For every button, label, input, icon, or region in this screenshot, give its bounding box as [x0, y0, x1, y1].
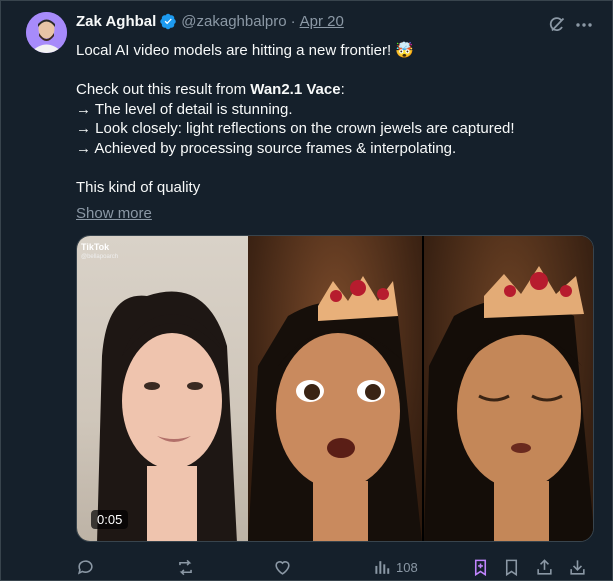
video-frame-animated-2: [424, 236, 593, 541]
heart-icon: [275, 560, 290, 575]
download-icon: [570, 559, 585, 575]
reply-icon: [77, 559, 93, 575]
video-frame-animated-1: [248, 236, 422, 541]
tweet-line: Local AI video models are hitting a new …: [76, 42, 415, 59]
model-name: Wan2.1 Vace: [250, 81, 341, 99]
repost-icon: [179, 559, 192, 575]
analytics-icon: [375, 560, 390, 574]
tweet-actions: 108: [76, 557, 594, 577]
grok-analyze-button[interactable]: [471, 557, 490, 577]
grok-icon[interactable]: [547, 15, 567, 35]
tweet-line: → Look closely: light reflections on the…: [76, 120, 515, 138]
bookmark-icon: [505, 559, 518, 576]
share-button[interactable]: [535, 557, 554, 577]
tweet-header: Zak Aghbal @zakaghbalpro · Apr 20: [76, 13, 344, 30]
views-button[interactable]: 108: [373, 557, 418, 577]
video-player[interactable]: TikTok @bellapoarch 0:05: [76, 235, 594, 542]
views-count: 108: [396, 559, 418, 575]
bookmark-accent-icon: [474, 559, 487, 576]
tweet-text-segment: :: [340, 81, 345, 99]
author-handle[interactable]: @zakaghbalpro: [181, 13, 286, 30]
more-options-icon[interactable]: [574, 15, 594, 35]
tiktok-watermark: TikTok: [81, 242, 110, 252]
tweet-text-segment: Check out this result from: [76, 81, 251, 99]
tweet-date[interactable]: Apr 20: [300, 13, 344, 30]
tiktok-username: @bellapoarch: [81, 254, 119, 260]
video-frame-original: TikTok @bellapoarch 0:05: [77, 236, 248, 541]
author-name[interactable]: Zak Aghbal: [76, 13, 156, 30]
avatar[interactable]: [26, 12, 67, 53]
video-duration: 0:05: [91, 510, 129, 529]
repost-button[interactable]: [176, 557, 195, 577]
like-button[interactable]: [273, 557, 292, 577]
bookmark-button[interactable]: [502, 557, 521, 577]
tweet-card: Zak Aghbal @zakaghbalpro · Apr 20 Local …: [0, 0, 613, 581]
separator-dot: ·: [290, 13, 296, 30]
tweet-text: Local AI video models are hitting a new …: [76, 41, 596, 198]
tweet-line: → The level of detail is stunning.: [76, 100, 293, 118]
tweet-line: Check out this result from Wan2.1 Vace:: [76, 80, 596, 100]
verified-badge-icon: [160, 13, 177, 30]
reply-button[interactable]: [76, 557, 95, 577]
download-button[interactable]: [568, 557, 587, 577]
share-icon: [537, 558, 552, 575]
tweet-line: → Achieved by processing source frames &…: [76, 139, 457, 157]
show-more-link[interactable]: Show more: [76, 205, 152, 222]
tweet-line: This kind of quality: [76, 179, 201, 197]
